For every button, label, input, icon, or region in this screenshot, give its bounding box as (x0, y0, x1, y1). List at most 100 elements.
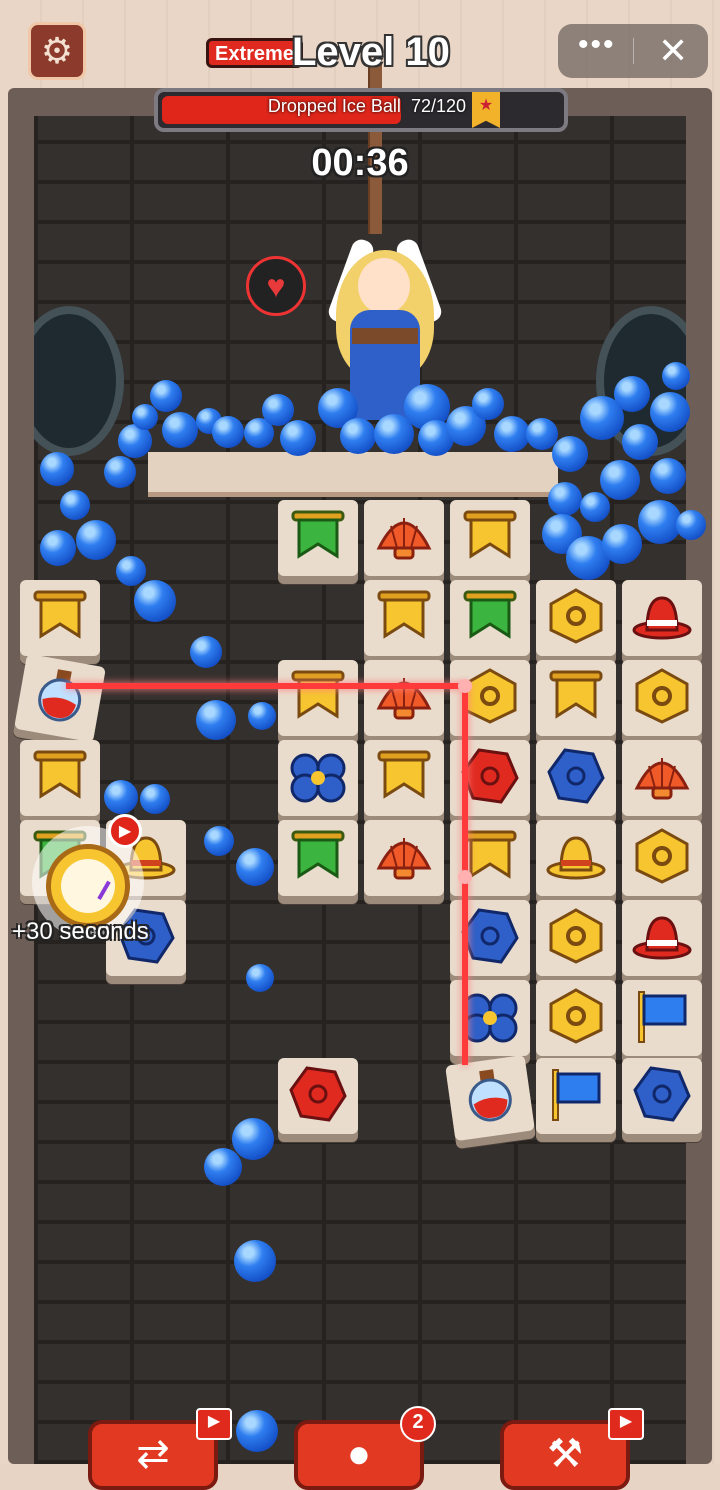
tile-gem-blue[interactable] (536, 740, 616, 816)
hat-red-icon (631, 588, 693, 649)
gem-blue-icon (459, 907, 521, 969)
ice-ball (236, 848, 274, 886)
laser-spark (458, 870, 472, 884)
hat-yellow-icon (545, 828, 607, 889)
tile-banner-green[interactable] (450, 580, 530, 656)
tile-coin-hex-gold[interactable] (536, 900, 616, 976)
ice-ball (116, 556, 146, 586)
ice-ball (76, 520, 116, 560)
tile-flag-blue[interactable] (622, 980, 702, 1056)
stone-shelf (148, 452, 558, 497)
tile-gem-red[interactable] (278, 1058, 358, 1134)
tile-coin-hex-gold[interactable] (622, 820, 702, 896)
tile-shell-red[interactable] (364, 820, 444, 896)
princess-belt (352, 328, 418, 344)
difficulty-badge: Extreme (206, 38, 303, 68)
shell-red-icon (373, 668, 435, 729)
top-bar: ⚙ Extreme Level 10 ••• ✕ (0, 0, 720, 88)
ice-ball (204, 1148, 242, 1186)
tile-banner-yellow[interactable] (20, 740, 100, 816)
progress-label: Dropped Ice Ball 72/120 (166, 96, 466, 117)
coin-hex-gold-icon (631, 827, 693, 889)
tile-banner-yellow[interactable] (450, 500, 530, 576)
ice-ball (248, 702, 276, 730)
potion-red-icon (455, 1063, 525, 1132)
video-ad-badge-shuffle: ▶ (196, 1408, 232, 1440)
settings-button[interactable]: ⚙ (28, 22, 86, 80)
tile-shell-red[interactable] (622, 740, 702, 816)
tile-coin-hex-gold[interactable] (622, 660, 702, 736)
tile-banner-yellow[interactable] (20, 580, 100, 656)
potion-red-icon (24, 663, 96, 734)
tile-hat-red[interactable] (622, 580, 702, 656)
ice-ball (340, 418, 376, 454)
tile-banner-yellow[interactable] (536, 660, 616, 736)
clock-face (61, 859, 115, 913)
ice-ball (650, 392, 690, 432)
heart-icon: ♥ (246, 256, 306, 316)
tile-banner-yellow[interactable] (364, 740, 444, 816)
video-ad-icon: ▶ (108, 814, 142, 848)
tile-banner-yellow[interactable] (364, 580, 444, 656)
tile-banner-green[interactable] (278, 820, 358, 896)
shell-red-icon (373, 828, 435, 889)
ice-ball (196, 700, 236, 740)
clock-icon (46, 844, 130, 928)
tile-potion-red[interactable] (14, 653, 106, 743)
more-options-button[interactable]: ••• (578, 28, 616, 62)
banner-yellow-icon (29, 748, 91, 809)
tile-flower-blue[interactable] (278, 740, 358, 816)
coin-hex-gold-icon (545, 907, 607, 969)
tile-shell-red[interactable] (364, 500, 444, 576)
ice-ball (132, 404, 158, 430)
ice-ball (40, 452, 74, 486)
ice-ball-progress-bar: Dropped Ice Ball 72/120 ★ (154, 88, 568, 132)
ice-ball (150, 380, 182, 412)
gem-red-icon (459, 747, 521, 809)
coin-hex-gold-icon (631, 667, 693, 729)
time-bonus-label: +30 seconds (12, 918, 149, 945)
ice-ball (552, 436, 588, 472)
hint-count-badge: 2 (400, 1406, 436, 1442)
ice-ball (212, 416, 244, 448)
banner-green-icon (287, 508, 349, 569)
hammer-icon: ⚒ (547, 1432, 583, 1476)
tile-coin-hex-gold[interactable] (536, 580, 616, 656)
banner-yellow-icon (287, 668, 349, 729)
banner-yellow-icon (373, 748, 435, 809)
shell-red-icon (631, 748, 693, 809)
progress-count: 72/120 (410, 96, 466, 116)
shell-red-icon (373, 508, 435, 569)
hat-red-icon (631, 908, 693, 969)
ice-ball (472, 388, 504, 420)
countdown-timer: 00:36 (311, 142, 409, 184)
close-button[interactable]: ✕ (658, 30, 688, 72)
ice-ball (236, 1410, 278, 1452)
level-title: Level 10 (292, 30, 450, 74)
ice-ball (494, 416, 530, 452)
coin-hex-gold-icon (545, 587, 607, 649)
magnifier-icon: ● (346, 1432, 372, 1476)
shuffle-icon: ⇄ (136, 1432, 170, 1476)
tile-coin-hex-gold[interactable] (536, 980, 616, 1056)
tile-banner-green[interactable] (278, 500, 358, 576)
tile-shell-red[interactable] (364, 660, 444, 736)
tile-potion-red[interactable] (445, 1054, 535, 1142)
ice-ball (190, 636, 222, 668)
star-ribbon-icon: ★ (472, 92, 500, 128)
ice-ball (280, 420, 316, 456)
tile-gem-blue[interactable] (622, 1058, 702, 1134)
ice-ball (246, 964, 274, 992)
ice-ball (602, 524, 642, 564)
tile-hat-red[interactable] (622, 900, 702, 976)
tile-banner-yellow[interactable] (278, 660, 358, 736)
ice-ball (234, 1240, 276, 1282)
ice-ball (162, 412, 198, 448)
tile-flag-blue[interactable] (536, 1058, 616, 1134)
ice-ball (204, 826, 234, 856)
ice-ball (650, 458, 686, 494)
tile-hat-yellow[interactable] (536, 820, 616, 896)
ice-ball (104, 456, 136, 488)
flag-blue-icon (631, 988, 693, 1049)
ice-ball (600, 460, 640, 500)
